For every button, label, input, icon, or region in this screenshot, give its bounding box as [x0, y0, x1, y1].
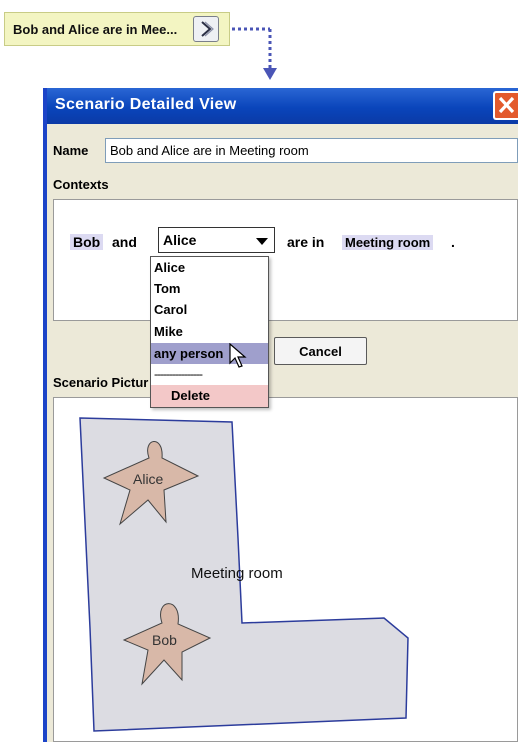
- title-bar[interactable]: Scenario Detailed View: [47, 88, 518, 124]
- scenario-picture-canvas: Alice Meeting room Bob: [79, 417, 409, 732]
- period-text: .: [451, 234, 455, 250]
- connector-arrow: [232, 27, 277, 80]
- contexts-panel: Bob and Alice are in Meeting room .: [53, 199, 518, 321]
- meeting-room-label: Meeting room: [191, 565, 283, 582]
- subject-token[interactable]: Bob: [70, 234, 104, 250]
- chevron-down-icon: [256, 238, 268, 245]
- scenario-detailed-view-window: Scenario Detailed View Name Contexts Bob…: [43, 88, 518, 742]
- name-label: Name: [53, 143, 89, 158]
- person-dropdown-list: Alice Tom Carol Mike any person --------…: [150, 256, 269, 408]
- close-button[interactable]: [493, 91, 518, 120]
- verb-text: are in: [287, 234, 325, 250]
- delete-option[interactable]: Delete: [151, 385, 268, 407]
- window-title: Scenario Detailed View: [55, 96, 237, 113]
- scenario-picture-panel: Alice Meeting room Bob: [53, 397, 518, 742]
- mouse-cursor-icon: [229, 343, 247, 368]
- option-any-person[interactable]: any person: [151, 343, 268, 364]
- person-combobox[interactable]: Alice: [158, 227, 275, 253]
- cancel-button[interactable]: Cancel: [274, 337, 367, 365]
- option-carol[interactable]: Carol: [151, 299, 268, 320]
- conjunction-text: and: [112, 234, 137, 250]
- bob-figure-label: Bob: [152, 632, 177, 648]
- name-input[interactable]: [105, 138, 518, 163]
- option-mike[interactable]: Mike: [151, 321, 268, 342]
- dropdown-separator: ----------------: [154, 367, 203, 381]
- contexts-label: Contexts: [53, 177, 109, 192]
- place-token[interactable]: Meeting room: [342, 235, 434, 250]
- alice-figure-label: Alice: [133, 471, 164, 487]
- person-combobox-value: Alice: [163, 232, 197, 248]
- option-tom[interactable]: Tom: [151, 278, 268, 299]
- option-alice[interactable]: Alice: [151, 257, 268, 278]
- scenario-picture-label: Scenario Pictur: [53, 375, 149, 390]
- close-icon: [498, 96, 515, 114]
